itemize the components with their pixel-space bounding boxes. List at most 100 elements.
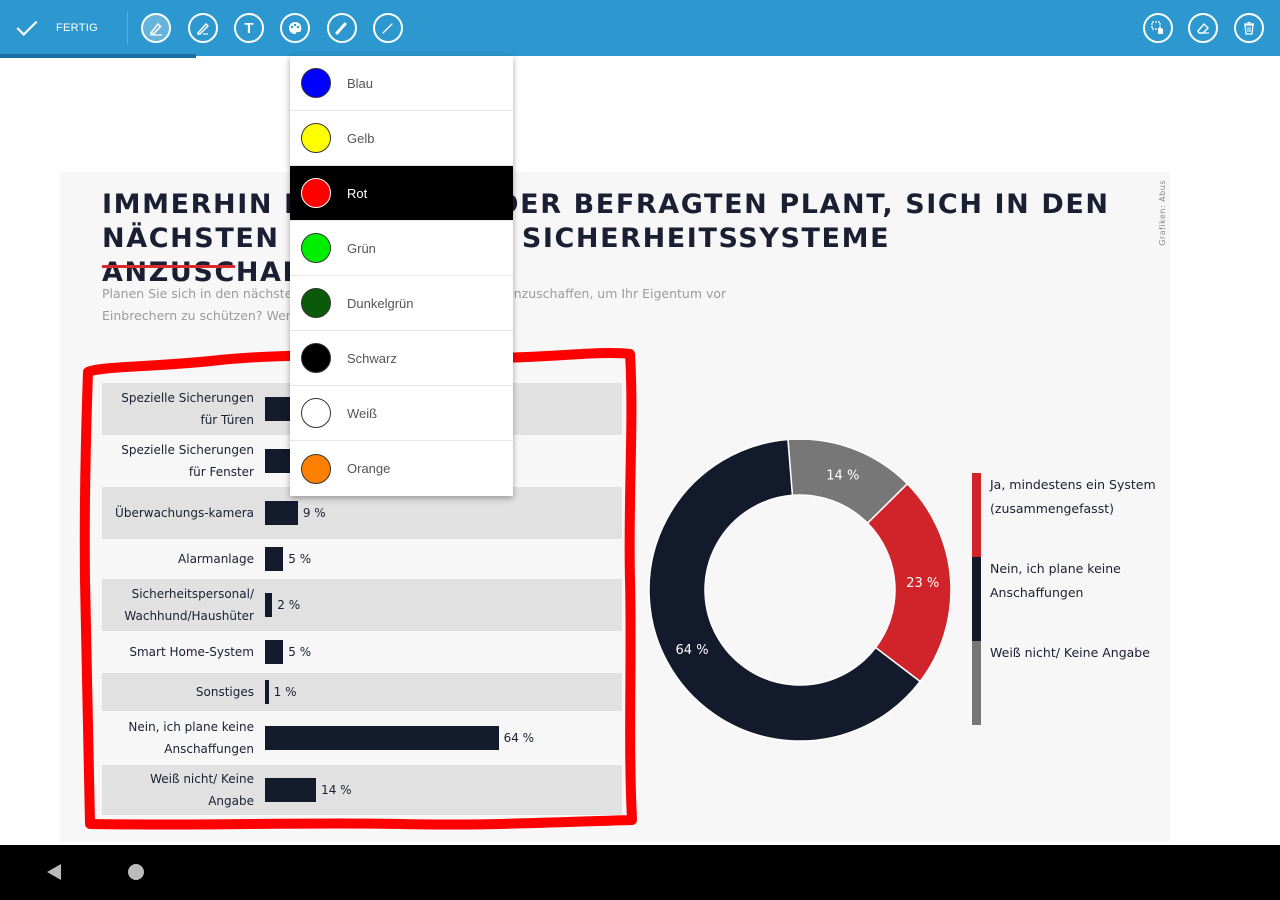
color-picker-menu: Blau Gelb Rot Grün Dunkelgrün Schwarz Weiß Oran…	[290, 56, 513, 496]
bar-track: 64 %	[260, 726, 622, 750]
color-swatch-icon	[301, 178, 331, 208]
color-option-label: Grün	[347, 240, 376, 256]
color-option[interactable]: Grün	[290, 221, 513, 276]
color-option-label: Dunkelgrün	[347, 295, 414, 311]
thin-pen-icon	[382, 23, 393, 34]
bar-fill	[265, 593, 273, 617]
bar-track: 5 %	[260, 640, 622, 664]
color-option[interactable]: Rot	[290, 166, 513, 221]
bar-row: Smart Home-System 5 %	[102, 631, 622, 673]
color-option-label: Gelb	[347, 130, 375, 146]
bar-fill	[265, 680, 269, 704]
legend-color-bar	[972, 557, 981, 641]
bar-row: Sicherheitspersonal/ Wachhund/Haushüter 2…	[102, 579, 622, 631]
legend-label: Nein, ich plane keine Anschaffungen	[990, 561, 1121, 600]
graphic-source-credit: Grafiken: Abus	[1158, 180, 1167, 246]
donut-value-label: 23 %	[906, 576, 939, 591]
bar-value-label: 14 %	[321, 783, 352, 797]
select-hand-button[interactable]	[1143, 13, 1173, 43]
select-hand-icon	[1151, 21, 1163, 34]
text-tool-icon: T	[244, 19, 254, 37]
infographic-headline: IMMERHIN EIN VIERTEL DER BEFRAGTEN PLANT…	[102, 189, 1110, 288]
bar-value-label: 9 %	[302, 506, 326, 520]
thick-pen-icon	[335, 22, 347, 35]
bar-row: Nein, ich plane keine Anschaffungen 64 %	[102, 711, 622, 765]
bar-row: Alarmanlage 5 %	[102, 539, 622, 579]
bar-label: Weiß nicht/ Keine Angabe	[150, 772, 254, 808]
bar-track: 5 %	[260, 547, 622, 571]
color-option[interactable]: Schwarz	[290, 331, 513, 386]
bar-track: 9 %	[260, 501, 622, 525]
bar-label: Spezielle Sicherungen für Türen	[121, 391, 254, 427]
bar-track: 14 %	[260, 778, 622, 802]
bar-label: Spezielle Sicherungen für Fenster	[121, 443, 254, 479]
color-palette-button[interactable]	[280, 13, 310, 43]
done-button[interactable]: FERTIG	[14, 14, 98, 42]
color-option[interactable]: Orange	[290, 441, 513, 496]
legend-item: Ja, mindestens ein System (zusammengefas…	[972, 473, 1162, 557]
legend-label: Ja, mindestens ein System (zusammengefas…	[990, 477, 1156, 516]
thin-pen-button[interactable]	[373, 13, 403, 43]
bar-fill	[265, 547, 284, 571]
bar-fill	[265, 501, 298, 525]
color-swatch-icon	[301, 398, 331, 428]
home-circle-icon[interactable]	[128, 864, 144, 880]
donut-legend: Ja, mindestens ein System (zusammengefas…	[972, 473, 1162, 725]
bar-label: Smart Home-System	[129, 645, 254, 659]
annotation-toolbar: FERTIG T	[0, 0, 1280, 56]
legend-item: Weiß nicht/ Keine Angabe	[972, 641, 1162, 725]
eraser-icon	[1197, 22, 1209, 34]
bar-fill	[265, 778, 317, 802]
bar-fill	[265, 449, 291, 473]
bar-label: Alarmanlage	[178, 552, 254, 566]
bar-label: Überwachungs-kamera	[115, 506, 254, 520]
legend-color-bar	[972, 641, 981, 725]
color-swatch-icon	[301, 123, 331, 153]
color-option-label: Blau	[347, 75, 374, 91]
color-option[interactable]: Weiß	[290, 386, 513, 441]
highlighter-tool-button[interactable]	[141, 13, 171, 43]
donut-value-label: 14 %	[826, 469, 859, 484]
legend-item: Nein, ich plane keine Anschaffungen	[972, 557, 1162, 641]
eraser-button[interactable]	[1188, 13, 1218, 43]
back-triangle-icon[interactable]	[47, 864, 61, 880]
system-navigation-bar	[0, 845, 1280, 900]
color-swatch-icon	[301, 68, 331, 98]
bar-label: Sonstiges	[195, 685, 254, 699]
color-swatch-icon	[301, 288, 331, 318]
color-option-label: Rot	[347, 185, 368, 201]
color-option[interactable]: Blau	[290, 56, 513, 111]
done-label: FERTIG	[56, 22, 98, 34]
delete-button[interactable]	[1234, 13, 1264, 43]
color-option[interactable]: Dunkelgrün	[290, 276, 513, 331]
color-option[interactable]: Gelb	[290, 111, 513, 166]
bar-value-label: 64 %	[503, 731, 535, 745]
text-tool-button[interactable]: T	[234, 13, 264, 43]
highlighter-tool-icon	[149, 22, 162, 36]
donut-value-label: 64 %	[676, 643, 709, 658]
bar-fill	[265, 640, 284, 664]
bar-label: Nein, ich plane keine Anschaffungen	[128, 720, 254, 756]
pen-tool-button[interactable]	[188, 13, 218, 43]
color-swatch-icon	[301, 453, 331, 484]
legend-color-bar	[972, 473, 981, 557]
thick-pen-button[interactable]	[327, 13, 357, 43]
bar-track: 2 %	[260, 593, 622, 617]
pen-tool-icon	[197, 22, 210, 35]
bar-value-label: 1 %	[273, 685, 297, 699]
bar-label: Sicherheitspersonal/ Wachhund/Haushüter	[124, 587, 254, 623]
toolbar-active-indicator	[0, 54, 196, 58]
bar-fill	[265, 397, 291, 421]
trash-icon	[1244, 21, 1254, 35]
bar-value-label: 5 %	[288, 552, 312, 566]
checkmark-icon	[16, 20, 38, 37]
color-option-label: Schwarz	[347, 350, 397, 366]
toolbar-divider	[127, 12, 128, 44]
bar-value-label: 2 %	[277, 598, 301, 612]
legend-label: Weiß nicht/ Keine Angabe	[990, 645, 1150, 660]
color-option-label: Orange	[347, 461, 391, 476]
color-swatch-icon	[301, 343, 331, 373]
donut-chart: 14 % 23 % 64 %	[648, 440, 952, 742]
color-palette-icon	[289, 21, 302, 34]
color-option-label: Weiß	[347, 405, 378, 421]
